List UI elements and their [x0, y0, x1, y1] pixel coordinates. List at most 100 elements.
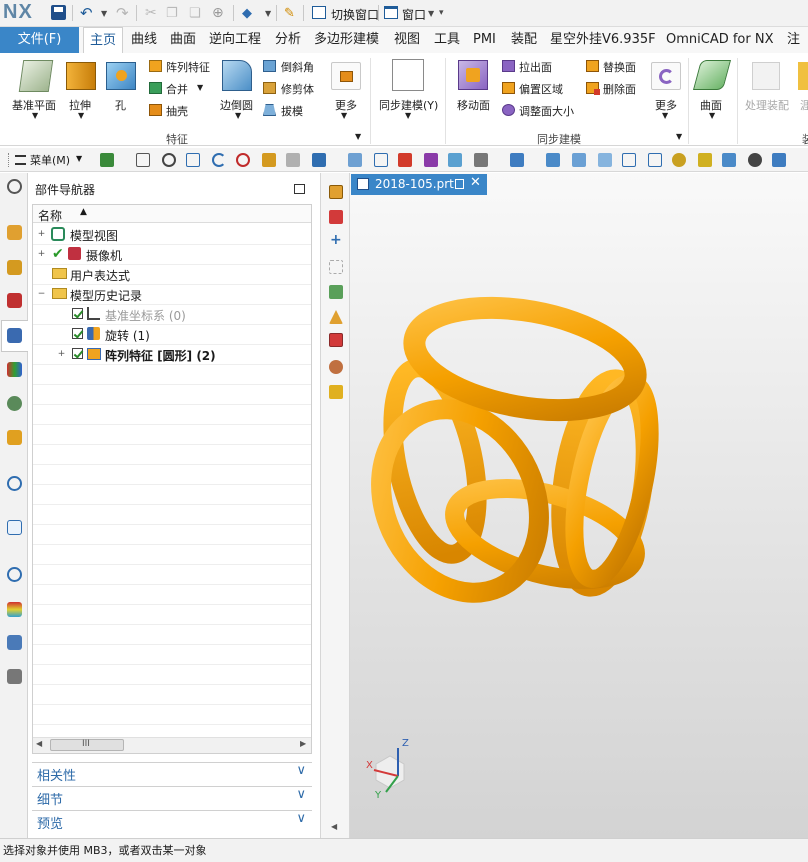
column-name-header[interactable]: 名称	[38, 207, 62, 224]
chevron-down-icon[interactable]: ∨	[296, 763, 306, 778]
pan-icon[interactable]	[236, 153, 250, 167]
bottom-view-icon[interactable]	[648, 153, 662, 167]
scroll-right-icon[interactable]: ▶	[300, 739, 306, 748]
move-face-label[interactable]: 移动面	[457, 97, 490, 113]
unite-icon[interactable]	[149, 82, 162, 94]
switch-window-icon[interactable]	[312, 6, 326, 19]
select-group-icon[interactable]	[329, 385, 343, 399]
tab-plugin[interactable]: 星空外挂V6.935F	[550, 27, 656, 53]
tab-cut[interactable]: 注	[787, 27, 808, 53]
tab-analysis[interactable]: 分析	[275, 27, 301, 53]
panel-details[interactable]: 细节 ∨	[32, 786, 312, 808]
fit-icon[interactable]	[136, 153, 150, 167]
group-expand-icon[interactable]: ▼	[355, 132, 361, 141]
copy-icon[interactable]: ❐	[166, 5, 178, 21]
visibility-checkbox[interactable]	[72, 308, 83, 319]
sort-ascending-icon[interactable]: ▲	[80, 207, 87, 217]
more-sync-icon[interactable]	[651, 62, 681, 90]
customize-icon[interactable]: ▾	[439, 5, 444, 21]
maximize-icon[interactable]	[294, 184, 305, 194]
cut-off-tool-icon[interactable]	[798, 62, 808, 90]
process-studio-icon[interactable]	[7, 430, 22, 445]
select-face-icon[interactable]	[329, 210, 343, 224]
snap-view-icon[interactable]	[286, 153, 300, 167]
dropdown-arrow-icon[interactable]: ▼	[101, 5, 107, 21]
system-scene-icon[interactable]	[7, 669, 22, 684]
file-tab[interactable]: 文件(F)	[0, 27, 79, 53]
sphere-icon[interactable]	[672, 153, 686, 167]
left-view-icon[interactable]	[622, 153, 636, 167]
shaded-icon[interactable]	[398, 153, 412, 167]
offset-region-icon[interactable]	[502, 82, 515, 94]
process-assembly-label[interactable]: 处理装配	[745, 97, 789, 113]
refresh-icon[interactable]	[100, 153, 114, 167]
lasso-icon[interactable]	[262, 153, 276, 167]
palette-icon[interactable]	[7, 362, 22, 377]
web-browser-icon[interactable]	[7, 476, 22, 491]
section-icon[interactable]	[722, 153, 736, 167]
visibility-checkbox[interactable]	[72, 348, 83, 359]
background-icon[interactable]	[748, 153, 762, 167]
panel-preview[interactable]: 预览 ∨	[32, 810, 312, 832]
move-face-icon[interactable]	[458, 60, 488, 90]
edge-blend-icon[interactable]	[222, 60, 252, 91]
draft-label[interactable]: 拔模	[281, 103, 303, 119]
dropdown-arrow-icon[interactable]: ▼	[235, 111, 241, 120]
pattern-feature-icon[interactable]	[149, 60, 162, 72]
tab-view[interactable]: 视图	[394, 27, 420, 53]
tab-tools[interactable]: 工具	[434, 27, 460, 53]
face-analysis-icon[interactable]	[448, 153, 462, 167]
history-eye-icon[interactable]	[7, 396, 22, 411]
expand-icon[interactable]: +	[57, 350, 66, 359]
offset-region-label[interactable]: 偏置区域	[519, 81, 563, 97]
chamfer-icon[interactable]	[263, 60, 276, 72]
settings-gear-icon[interactable]	[7, 179, 22, 194]
part-navigator-icon[interactable]	[7, 328, 22, 343]
render-style-icon[interactable]	[312, 153, 326, 167]
replace-face-label[interactable]: 替换面	[603, 59, 636, 75]
layer-icon[interactable]	[698, 153, 712, 167]
tree-node-datum-csys[interactable]: 基准坐标系 (0)	[105, 307, 186, 324]
tab-polygon-modeling[interactable]: 多边形建模	[314, 27, 379, 53]
tab-omnicad[interactable]: OmniCAD for NX	[666, 27, 774, 53]
expand-icon[interactable]: +	[37, 230, 46, 239]
dropdown-arrow-icon[interactable]: ▼	[428, 5, 434, 21]
panel-dependencies[interactable]: 相关性 ∨	[32, 762, 312, 784]
select-edge-icon[interactable]	[329, 285, 343, 299]
display-icon[interactable]	[772, 153, 786, 167]
close-icon[interactable]: ✕	[470, 175, 481, 190]
scroll-left-icon[interactable]: ◀	[36, 739, 42, 748]
front-view-icon[interactable]	[546, 153, 560, 167]
history-clock-icon[interactable]	[7, 567, 22, 582]
dropdown-arrow-icon[interactable]: ▼	[265, 5, 271, 21]
tree-node-cameras[interactable]: 摄像机	[86, 247, 122, 264]
add-icon[interactable]: +	[330, 232, 342, 248]
restore-tab-icon[interactable]	[455, 179, 464, 189]
dropdown-arrow-icon[interactable]: ▼	[405, 111, 411, 120]
column-header[interactable]	[33, 205, 311, 223]
dropdown-arrow-icon[interactable]: ▼	[32, 111, 38, 120]
group-expand-icon[interactable]: ▼	[676, 132, 682, 141]
top-view-icon[interactable]	[572, 153, 586, 167]
right-view-icon[interactable]	[598, 153, 612, 167]
chevron-down-icon[interactable]: ∨	[296, 787, 306, 802]
chamfer-label[interactable]: 倒斜角	[281, 59, 314, 75]
cut-icon[interactable]: ✂	[145, 5, 157, 21]
expand-icon[interactable]: +	[37, 250, 46, 259]
collapse-icon[interactable]: −	[37, 290, 46, 299]
datum-plane-icon[interactable]	[18, 60, 54, 92]
dropdown-arrow-icon[interactable]: ▼	[662, 111, 668, 120]
more-features-icon[interactable]	[331, 62, 361, 90]
dropdown-arrow-icon[interactable]: ▼	[76, 154, 82, 163]
unite-label[interactable]: 合并	[166, 81, 188, 97]
analysis-icon[interactable]	[7, 602, 22, 617]
dropdown-arrow-icon[interactable]: ▼	[197, 83, 203, 92]
edge-display-icon[interactable]	[348, 153, 362, 167]
snap-point-icon[interactable]	[329, 260, 343, 274]
tree-node-model-history[interactable]: 模型历史记录	[70, 287, 142, 304]
sync-modeling-icon[interactable]	[392, 59, 424, 91]
process-assembly-icon[interactable]	[752, 62, 780, 90]
zoom-window-icon[interactable]	[186, 153, 200, 167]
rotate-icon[interactable]	[212, 153, 226, 167]
dropdown-arrow-icon[interactable]: ▼	[709, 111, 715, 120]
